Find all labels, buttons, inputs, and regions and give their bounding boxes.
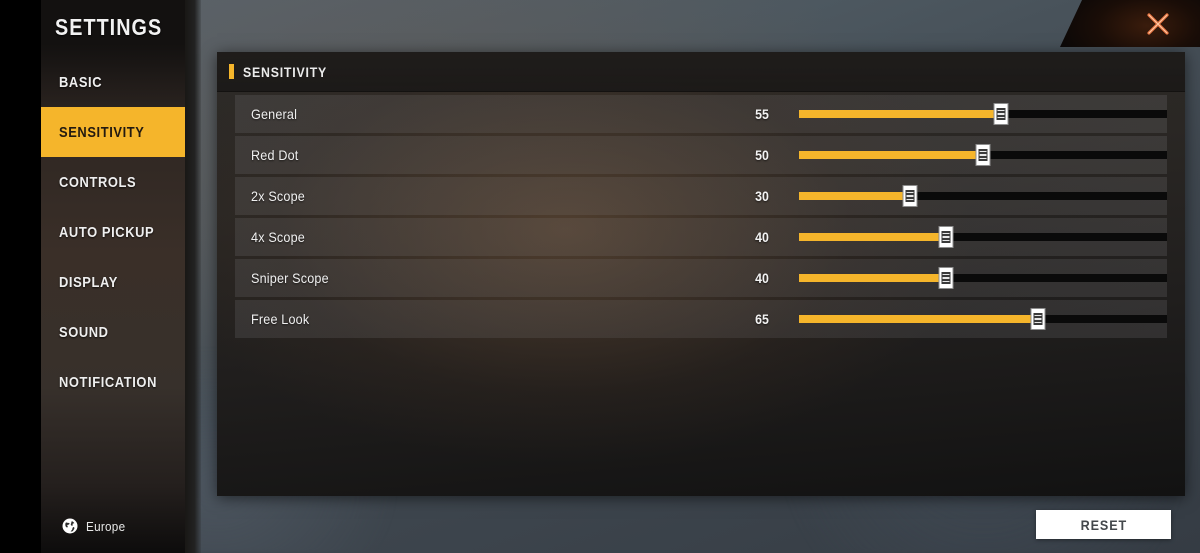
slider-handle-grip-icon <box>941 272 951 284</box>
slider-handle[interactable] <box>1030 308 1046 330</box>
slider-handle[interactable] <box>902 185 918 207</box>
sidebar: SETTINGS BASIC SENSITIVITY CONTROLS AUTO PI… <box>41 0 185 553</box>
panel-header-title: SENSITIVITY <box>243 63 328 80</box>
sensitivity-row: 4x Scope 40 <box>235 218 1167 256</box>
sidebar-item-sound[interactable]: SOUND <box>41 307 185 357</box>
sensitivity-row: General 55 <box>235 95 1167 133</box>
sensitivity-row: Sniper Scope 40 <box>235 259 1167 297</box>
sensitivity-row-value: 40 <box>755 229 769 245</box>
reset-button[interactable]: RESET <box>1036 510 1171 539</box>
sidebar-item-display[interactable]: DISPLAY <box>41 257 185 307</box>
sidebar-item-label: SENSITIVITY <box>59 123 145 141</box>
sensitivity-row-value: 55 <box>755 106 769 122</box>
sensitivity-row-value: 40 <box>755 270 769 286</box>
sidebar-item-sensitivity[interactable]: SENSITIVITY <box>41 107 185 157</box>
sidebar-item-basic[interactable]: BASIC <box>41 57 185 107</box>
slider-handle-grip-icon <box>941 231 951 243</box>
globe-icon <box>62 518 78 534</box>
slider-handle-grip-icon <box>978 149 988 161</box>
sensitivity-row-label: 4x Scope <box>251 229 305 245</box>
slider-handle-grip-icon <box>996 108 1006 120</box>
sensitivity-row-value: 50 <box>755 147 769 163</box>
header-accent-bar <box>229 64 234 79</box>
sensitivity-row-label: 2x Scope <box>251 188 305 204</box>
sensitivity-slider[interactable] <box>799 224 1167 250</box>
sidebar-divider <box>185 0 201 553</box>
sensitivity-panel: SENSITIVITY General 55 Red Dot 50 2x Scope 30… <box>217 52 1185 496</box>
slider-handle[interactable] <box>938 267 954 289</box>
sidebar-item-label: AUTO PICKUP <box>59 223 155 241</box>
sidebar-item-label: BASIC <box>59 73 103 91</box>
sensitivity-slider[interactable] <box>799 142 1167 168</box>
slider-handle[interactable] <box>938 226 954 248</box>
sidebar-item-label: DISPLAY <box>59 273 118 291</box>
slider-handle-grip-icon <box>905 190 915 202</box>
sidebar-item-label: SOUND <box>59 323 109 341</box>
slider-fill <box>799 315 1039 323</box>
sensitivity-row: Red Dot 50 <box>235 136 1167 174</box>
sidebar-item-controls[interactable]: CONTROLS <box>41 157 185 207</box>
sensitivity-row-value: 30 <box>755 188 769 204</box>
panel-header: SENSITIVITY <box>217 52 1185 92</box>
sidebar-item-label: NOTIFICATION <box>59 373 157 391</box>
page-title: SETTINGS <box>55 14 163 40</box>
region-label: Europe <box>86 518 126 534</box>
sensitivity-row-label: Free Look <box>251 311 310 327</box>
sensitivity-row-label: Sniper Scope <box>251 270 329 286</box>
sidebar-item-notification[interactable]: NOTIFICATION <box>41 357 185 407</box>
slider-fill <box>799 151 984 159</box>
slider-fill <box>799 192 910 200</box>
sensitivity-row-label: General <box>251 106 298 122</box>
sensitivity-slider[interactable] <box>799 183 1167 209</box>
close-button[interactable] <box>1060 0 1200 47</box>
sidebar-item-label: CONTROLS <box>59 173 137 191</box>
region-selector[interactable]: Europe <box>61 517 130 535</box>
slider-handle[interactable] <box>975 144 991 166</box>
sensitivity-row: Free Look 65 <box>235 300 1167 338</box>
sensitivity-row-label: Red Dot <box>251 147 299 163</box>
slider-handle-grip-icon <box>1033 313 1043 325</box>
sensitivity-row-value: 65 <box>755 311 769 327</box>
sensitivity-row: 2x Scope 30 <box>235 177 1167 215</box>
sidebar-nav: BASIC SENSITIVITY CONTROLS AUTO PICKUP DISPL… <box>41 57 185 407</box>
slider-fill <box>799 233 947 241</box>
left-edge-strip <box>0 0 41 553</box>
settings-screen: SETTINGS BASIC SENSITIVITY CONTROLS AUTO PI… <box>0 0 1200 553</box>
reset-button-label: RESET <box>1080 516 1127 533</box>
slider-fill <box>799 274 947 282</box>
sensitivity-slider[interactable] <box>799 306 1167 332</box>
slider-handle[interactable] <box>993 103 1009 125</box>
sensitivity-slider[interactable] <box>799 265 1167 291</box>
sensitivity-rows: General 55 Red Dot 50 2x Scope 30 4x Scope 40 Sn… <box>217 95 1185 338</box>
close-x-icon <box>1147 13 1169 35</box>
slider-fill <box>799 110 1002 118</box>
sidebar-item-auto-pickup[interactable]: AUTO PICKUP <box>41 207 185 257</box>
sensitivity-slider[interactable] <box>799 101 1167 127</box>
